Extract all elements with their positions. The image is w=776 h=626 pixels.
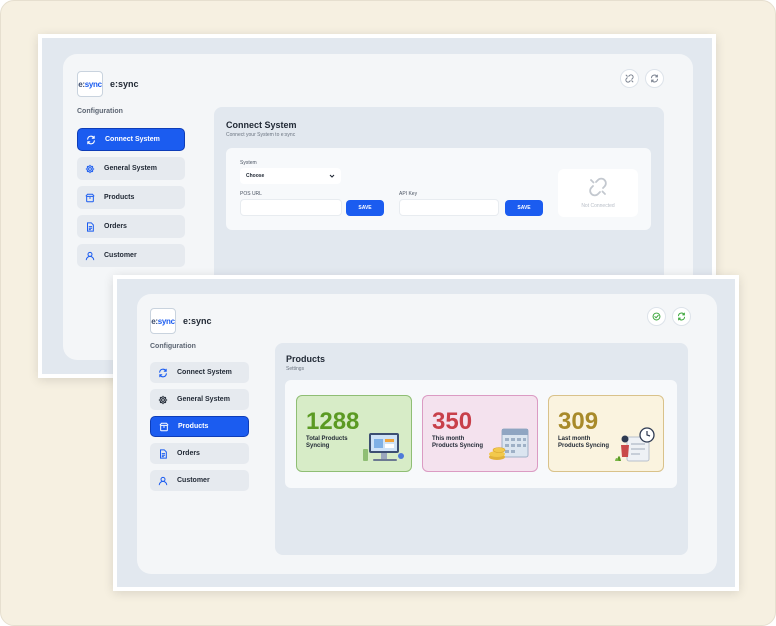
sidebar-item-label: Customer [177, 477, 210, 484]
logo-mark: e: sync [150, 308, 176, 334]
system-select[interactable]: Choose [240, 168, 341, 184]
sidebar-item-general-system[interactable]: General System [77, 157, 185, 180]
chevron-down-icon [329, 174, 335, 178]
stat-value: 309 [558, 408, 599, 435]
sidebar-item-products[interactable]: Products [77, 186, 185, 209]
document-icon [87, 221, 94, 232]
connect-form: System Choose POS URL SAVE API Key SAVE … [226, 148, 651, 230]
page-subtitle: Connect your System to e:sync [226, 132, 296, 138]
pos-url-save-button[interactable]: SAVE [346, 200, 384, 216]
user-icon [85, 251, 95, 260]
page-title: Connect System [226, 120, 297, 130]
box-icon [85, 193, 95, 202]
products-screenshot: e: sync e:sync Configuration Connect Syst… [113, 275, 739, 591]
computer-illustration [363, 433, 404, 461]
refresh-icon [678, 312, 685, 321]
gear-icon [85, 164, 95, 173]
sidebar-item-label: Orders [177, 450, 200, 457]
brand-logo[interactable]: e: sync e:sync [77, 71, 139, 97]
refresh-button[interactable] [672, 307, 691, 326]
api-key-save-button[interactable]: SAVE [505, 200, 543, 216]
clock-illustration [615, 427, 655, 462]
page-subtitle: Settings [286, 366, 305, 372]
connection-status-text: Not Connected [581, 203, 615, 209]
brand-name: e:sync [110, 79, 139, 89]
api-key-input[interactable] [399, 199, 499, 216]
configuration-heading: Configuration [77, 108, 123, 115]
configuration-heading: Configuration [150, 343, 196, 350]
check-circle-icon [652, 312, 661, 321]
refresh-icon [651, 74, 658, 83]
stat-label: This month Products Syncing [432, 436, 484, 449]
calendar-illustration [489, 428, 529, 460]
pos-url-label: POS URL [240, 191, 262, 197]
top-actions [647, 307, 691, 326]
sync-icon [159, 368, 167, 377]
pos-url-input[interactable] [240, 199, 342, 216]
sidebar-item-connect-system[interactable]: Connect System [150, 362, 249, 383]
stat-total-products: 1288 Total Products Syncing [296, 395, 412, 472]
connected-status-button[interactable] [647, 307, 666, 326]
refresh-button[interactable] [645, 69, 664, 88]
stat-label: Last month Products Syncing [558, 436, 610, 449]
sidebar-nav: Connect System General System Products O… [150, 362, 249, 491]
stat-label: Total Products Syncing [306, 436, 348, 449]
logo-mark: e: sync [77, 71, 103, 97]
gear-icon [158, 395, 168, 404]
sidebar-item-label: Connect System [105, 136, 160, 143]
sidebar-item-label: Connect System [177, 369, 232, 376]
sidebar-item-label: Products [178, 423, 209, 430]
system-select-value: Choose [246, 173, 265, 179]
system-label: System [240, 160, 257, 166]
sidebar-item-customer[interactable]: Customer [77, 244, 185, 267]
unlink-button[interactable] [620, 69, 639, 88]
api-key-label: API Key [399, 191, 418, 197]
top-actions [620, 69, 664, 88]
sidebar-item-label: Customer [104, 252, 137, 259]
sidebar-nav: Connect System General System Products O… [77, 128, 185, 267]
products-content: Products Settings 1288 Total Products Sy… [275, 343, 688, 555]
brand-name: e:sync [183, 316, 212, 326]
sidebar-item-label: General System [104, 165, 157, 172]
brand-logo[interactable]: e: sync e:sync [150, 308, 212, 334]
sidebar-item-customer[interactable]: Customer [150, 470, 249, 491]
sidebar-item-orders[interactable]: Orders [150, 443, 249, 464]
sidebar-item-label: Products [104, 194, 135, 201]
stat-last-month: 309 Last month Products Syncing [548, 395, 664, 472]
user-icon [158, 476, 168, 485]
connection-status: Not Connected [558, 169, 638, 217]
sidebar-item-connect-system[interactable]: Connect System [77, 128, 185, 151]
sidebar-item-label: Orders [104, 223, 127, 230]
stat-value: 1288 [306, 408, 360, 435]
document-icon [160, 448, 167, 459]
stat-value: 350 [432, 408, 473, 435]
sidebar-item-label: General System [177, 396, 230, 403]
sidebar-item-orders[interactable]: Orders [77, 215, 185, 238]
unlink-icon [625, 74, 634, 83]
page-title: Products [286, 354, 326, 364]
unlink-icon [589, 177, 607, 197]
app-panel: e: sync e:sync Configuration Connect Syst… [137, 294, 717, 574]
box-icon [159, 422, 169, 431]
sidebar-item-products[interactable]: Products [150, 416, 249, 437]
sidebar-item-general-system[interactable]: General System [150, 389, 249, 410]
stat-this-month: 350 This month Products Syncing [422, 395, 538, 472]
sync-icon [87, 135, 95, 144]
product-stats: 1288 Total Products Syncing 350 This mon… [285, 380, 677, 488]
